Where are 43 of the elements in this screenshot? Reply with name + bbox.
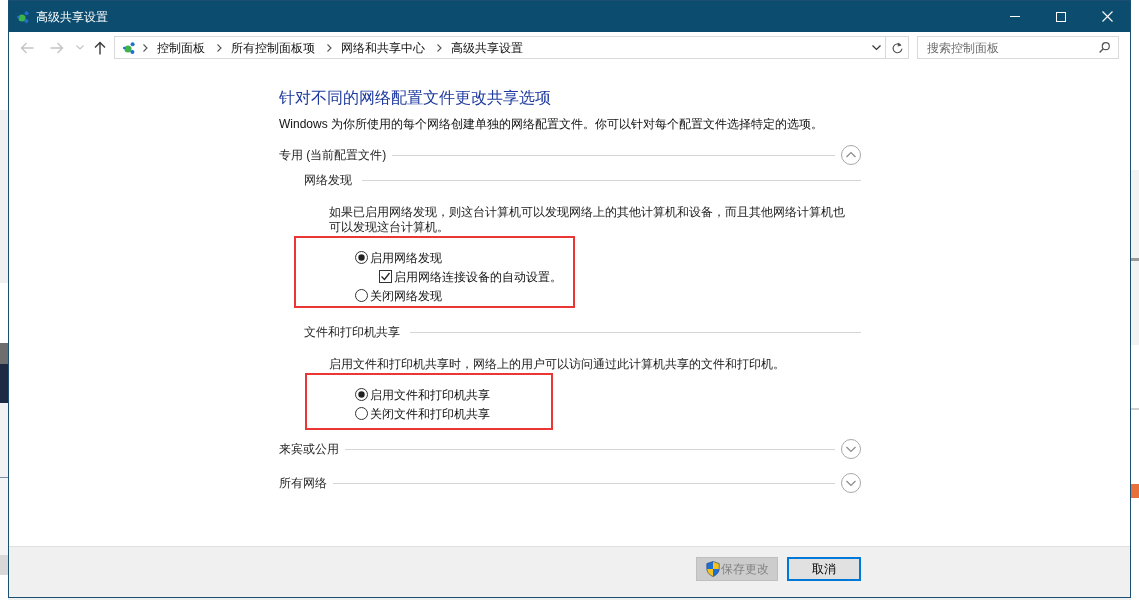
network-icon <box>17 10 29 23</box>
up-arrow-icon <box>94 40 106 55</box>
minimize-icon <box>1010 16 1020 17</box>
section-description: 如果已启用网络发现，则这台计算机可以发现网络上的其他计算机和设备，而且其他网络计算机也可以发现这台计算机。 <box>329 205 846 235</box>
radio-option[interactable]: 关闭文件和打印机共享 <box>355 404 490 423</box>
refresh-button[interactable] <box>886 36 909 59</box>
breadcrumb-link[interactable]: 控制面板 <box>157 39 205 56</box>
breadcrumb-link[interactable]: 网络和共享中心 <box>341 39 425 56</box>
profile-title: 来宾或公用 <box>279 441 339 457</box>
search-field[interactable]: 搜索控制面板 <box>917 36 1119 59</box>
cancel-button[interactable]: 取消 <box>787 557 861 581</box>
profile-title: 所有网络 <box>279 475 327 491</box>
chevron-right-icon[interactable] <box>143 43 148 52</box>
chevron-down-circle-icon[interactable] <box>841 439 861 459</box>
caret-icon <box>76 45 84 50</box>
radio-option[interactable]: 启用文件和打印机共享 <box>355 385 490 404</box>
checkbox-option[interactable]: 启用网络连接设备的自动设置。 <box>379 267 562 286</box>
forward-arrow-icon <box>50 41 64 54</box>
window-title: 高级共享设置 <box>36 8 108 26</box>
breadcrumb-link[interactable]: 高级共享设置 <box>451 39 523 56</box>
chevron-right-icon[interactable] <box>327 43 332 52</box>
profile-title: 专用 (当前配置文件) <box>279 147 387 163</box>
radio-option[interactable]: 关闭网络发现 <box>355 286 442 305</box>
section-title: 网络发现 <box>304 172 352 188</box>
breadcrumb-link[interactable]: 所有控制面板项 <box>231 39 315 56</box>
section-description: 启用文件和打印机共享时，网络上的用户可以访问通过此计算机共享的文件和打印机。 <box>329 357 786 372</box>
radio-option[interactable]: 启用网络发现 <box>355 248 442 267</box>
refresh-icon <box>891 41 903 54</box>
address-bar[interactable]: 控制面板 所有控制面板项 网络和共享中心 高级共享设置 <box>114 36 886 59</box>
section-title: 文件和打印机共享 <box>304 324 400 340</box>
chevron-down-circle-icon[interactable] <box>841 473 861 493</box>
shield-icon <box>705 561 720 577</box>
search-icon[interactable] <box>1099 42 1110 53</box>
back-arrow-icon <box>20 41 34 54</box>
maximize-icon <box>1056 11 1066 22</box>
network-icon <box>123 41 135 54</box>
chevron-right-icon[interactable] <box>437 43 442 52</box>
chevron-right-icon[interactable] <box>217 43 222 52</box>
intro-text: Windows 为你所使用的每个网络创建单独的网络配置文件。你可以针对每个配置文件选择特定的选项。 <box>279 116 823 132</box>
dropdown-chevron-icon[interactable] <box>872 44 881 51</box>
close-icon <box>1101 11 1113 22</box>
page-heading: 针对不同的网络配置文件更改共享选项 <box>279 88 551 108</box>
chevron-up-circle-icon[interactable] <box>841 145 861 165</box>
